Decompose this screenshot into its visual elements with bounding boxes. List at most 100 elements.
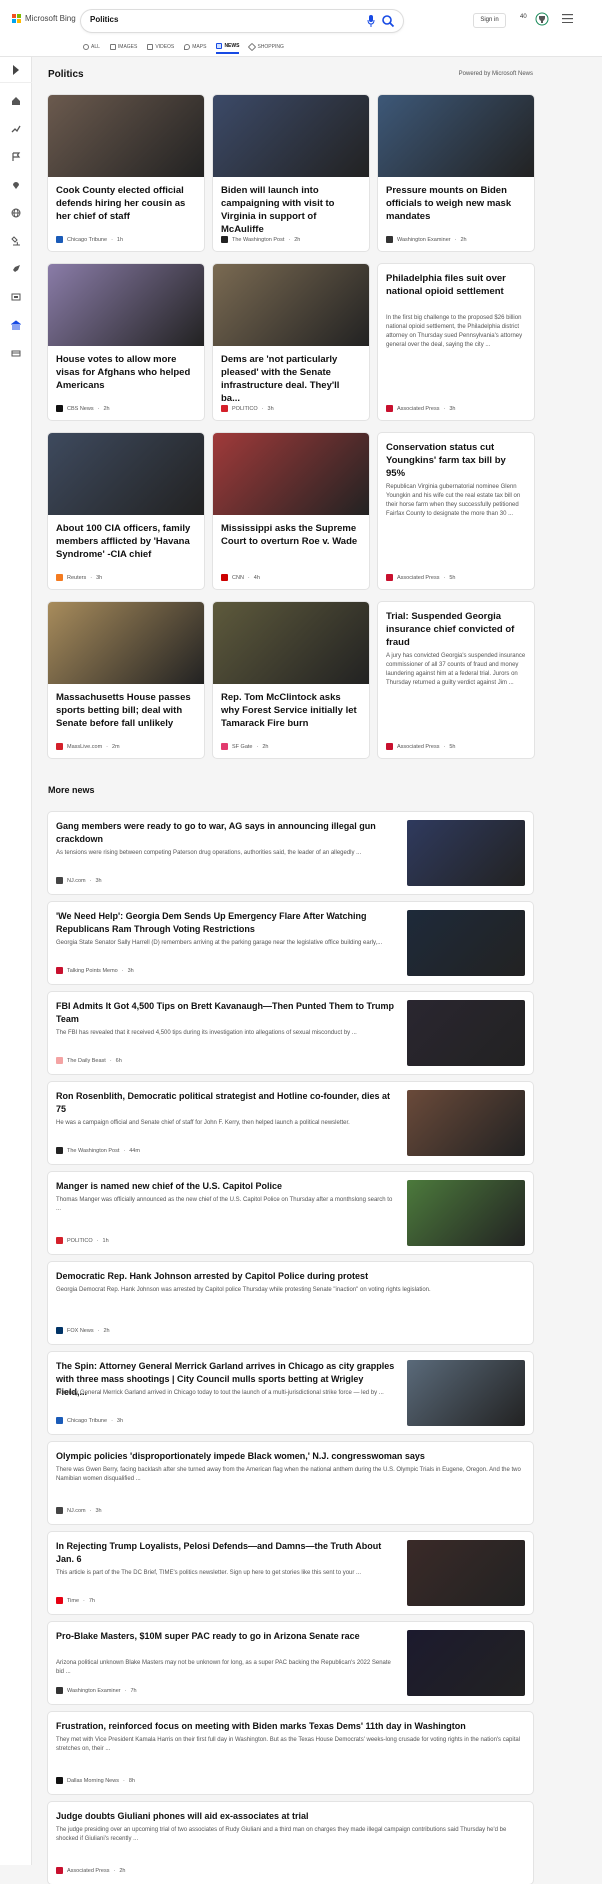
tag-icon xyxy=(248,42,257,52)
news-card[interactable]: Philadelphia files suit over national op… xyxy=(378,264,534,420)
news-list-item[interactable]: 'We Need Help': Georgia Dem Sends Up Eme… xyxy=(48,902,533,984)
news-list-item[interactable]: Frustration, reinforced focus on meeting… xyxy=(48,1712,533,1794)
rocket-icon[interactable] xyxy=(10,263,22,275)
item-thumbnail[interactable] xyxy=(407,910,525,976)
card-title[interactable]: Cook County elected official defends hir… xyxy=(56,184,196,223)
card-image[interactable] xyxy=(48,433,204,515)
card-image[interactable] xyxy=(213,264,369,346)
trending-icon[interactable] xyxy=(10,123,22,135)
flag-icon[interactable] xyxy=(10,151,22,163)
item-title[interactable]: Democratic Rep. Hank Johnson arrested by… xyxy=(56,1270,521,1283)
card-image[interactable] xyxy=(378,95,534,177)
news-card[interactable]: Pressure mounts on Biden officials to we… xyxy=(378,95,534,251)
politics-icon[interactable] xyxy=(10,319,22,331)
card-source: Associated Press · 5h xyxy=(386,743,455,750)
news-card[interactable]: Biden will launch into campaigning with … xyxy=(213,95,369,251)
bing-logo[interactable]: Microsoft Bing xyxy=(12,14,76,23)
microphone-icon[interactable] xyxy=(367,15,375,27)
news-card[interactable]: Mississippi asks the Supreme Court to ov… xyxy=(213,433,369,589)
news-list-item[interactable]: Democratic Rep. Hank Johnson arrested by… xyxy=(48,1262,533,1344)
globe-icon[interactable] xyxy=(10,207,22,219)
sidebar xyxy=(0,57,32,1865)
item-title[interactable]: In Rejecting Trump Loyalists, Pelosi Def… xyxy=(56,1540,396,1566)
news-list-item[interactable]: Gang members were ready to go to war, AG… xyxy=(48,812,533,894)
item-title[interactable]: Ron Rosenblith, Democratic political str… xyxy=(56,1090,396,1116)
tab-news[interactable]: NEWS xyxy=(216,40,240,54)
dot-separator: · xyxy=(261,405,264,412)
search-icon[interactable] xyxy=(381,14,395,28)
card-snippet: A jury has convicted Georgia's suspended… xyxy=(386,653,526,686)
tab-videos[interactable]: VIDEOS xyxy=(147,40,174,54)
item-thumbnail[interactable] xyxy=(407,1360,525,1426)
item-title[interactable]: Judge doubts Giuliani phones will aid ex… xyxy=(56,1810,521,1823)
sidebar-expand[interactable] xyxy=(0,57,32,83)
news-card[interactable]: Rep. Tom McClintock asks why Forest Serv… xyxy=(213,602,369,758)
powered-by[interactable]: Powered by Microsoft News xyxy=(459,71,533,77)
microscope-icon[interactable] xyxy=(10,235,22,247)
tab-maps[interactable]: MAPS xyxy=(184,40,206,54)
item-title[interactable]: 'We Need Help': Georgia Dem Sends Up Eme… xyxy=(56,910,396,936)
home-icon[interactable] xyxy=(10,95,22,107)
film-icon[interactable] xyxy=(10,291,22,303)
news-list-item[interactable]: Olympic policies 'disproportionately imp… xyxy=(48,1442,533,1524)
item-title[interactable]: Frustration, reinforced focus on meeting… xyxy=(56,1720,521,1733)
card-title[interactable]: Mississippi asks the Supreme Court to ov… xyxy=(221,522,361,548)
card-title[interactable]: Rep. Tom McClintock asks why Forest Serv… xyxy=(221,691,361,730)
card-title[interactable]: Dems are 'not particularly pleased' with… xyxy=(221,353,361,405)
item-thumbnail[interactable] xyxy=(407,1540,525,1606)
news-card[interactable]: Conservation status cut Youngkins' farm … xyxy=(378,433,534,589)
news-list-item[interactable]: In Rejecting Trump Loyalists, Pelosi Def… xyxy=(48,1532,533,1614)
card-title[interactable]: Conservation status cut Youngkins' farm … xyxy=(386,441,526,480)
card-image[interactable] xyxy=(213,602,369,684)
card-title[interactable]: Biden will launch into campaigning with … xyxy=(221,184,361,236)
card-title[interactable]: Massachusetts House passes sports bettin… xyxy=(56,691,196,730)
card-image[interactable] xyxy=(48,602,204,684)
tab-images[interactable]: IMAGES xyxy=(109,40,137,54)
dot-separator: · xyxy=(97,405,100,412)
sign-in-button[interactable]: Sign in xyxy=(473,13,506,28)
card-source: Reuters · 3h xyxy=(56,574,102,581)
card-title[interactable]: House votes to allow more visas for Afgh… xyxy=(56,353,196,392)
item-title[interactable]: Olympic policies 'disproportionately imp… xyxy=(56,1450,521,1463)
item-title[interactable]: Pro-Blake Masters, $10M super PAC ready … xyxy=(56,1630,396,1643)
tab-all[interactable]: ALL xyxy=(83,40,100,54)
card-title[interactable]: Philadelphia files suit over national op… xyxy=(386,272,526,298)
card-title[interactable]: Trial: Suspended Georgia insurance chief… xyxy=(386,610,526,649)
news-card[interactable]: Cook County elected official defends hir… xyxy=(48,95,204,251)
item-title[interactable]: FBI Admits It Got 4,500 Tips on Brett Ka… xyxy=(56,1000,396,1026)
hamburger-menu-icon[interactable] xyxy=(562,14,573,23)
news-list-item[interactable]: Pro-Blake Masters, $10M super PAC ready … xyxy=(48,1622,533,1704)
news-card[interactable]: Dems are 'not particularly pleased' with… xyxy=(213,264,369,420)
tab-label: ALL xyxy=(91,44,100,50)
news-list-item[interactable]: Judge doubts Giuliani phones will aid ex… xyxy=(48,1802,533,1884)
money-icon[interactable] xyxy=(10,347,22,359)
news-card[interactable]: Massachusetts House passes sports bettin… xyxy=(48,602,204,758)
news-card[interactable]: About 100 CIA officers, family members a… xyxy=(48,433,204,589)
news-card[interactable]: House votes to allow more visas for Afgh… xyxy=(48,264,204,420)
item-thumbnail[interactable] xyxy=(407,1630,525,1696)
card-image[interactable] xyxy=(213,433,369,515)
search-input[interactable] xyxy=(90,15,350,24)
item-title[interactable]: Gang members were ready to go to war, AG… xyxy=(56,820,396,846)
card-image[interactable] xyxy=(48,264,204,346)
item-title[interactable]: Manger is named new chief of the U.S. Ca… xyxy=(56,1180,396,1193)
rewards-trophy-icon[interactable] xyxy=(535,12,549,26)
tab-shopping[interactable]: SHOPPING xyxy=(248,40,284,54)
card-image[interactable] xyxy=(48,95,204,177)
news-list-item[interactable]: Ron Rosenblith, Democratic political str… xyxy=(48,1082,533,1164)
rewards-count[interactable]: 40 xyxy=(520,14,527,20)
timestamp: 1h xyxy=(102,1237,109,1244)
item-thumbnail[interactable] xyxy=(407,820,525,886)
card-title[interactable]: Pressure mounts on Biden officials to we… xyxy=(386,184,526,223)
item-thumbnail[interactable] xyxy=(407,1000,525,1066)
dot-separator: · xyxy=(443,743,446,750)
news-list-item[interactable]: The Spin: Attorney General Merrick Garla… xyxy=(48,1352,533,1434)
news-list-item[interactable]: Manger is named new chief of the U.S. Ca… xyxy=(48,1172,533,1254)
news-list-item[interactable]: FBI Admits It Got 4,500 Tips on Brett Ka… xyxy=(48,992,533,1074)
location-icon[interactable] xyxy=(10,179,22,191)
item-thumbnail[interactable] xyxy=(407,1180,525,1246)
card-image[interactable] xyxy=(213,95,369,177)
card-title[interactable]: About 100 CIA officers, family members a… xyxy=(56,522,196,561)
news-card[interactable]: Trial: Suspended Georgia insurance chief… xyxy=(378,602,534,758)
item-thumbnail[interactable] xyxy=(407,1090,525,1156)
